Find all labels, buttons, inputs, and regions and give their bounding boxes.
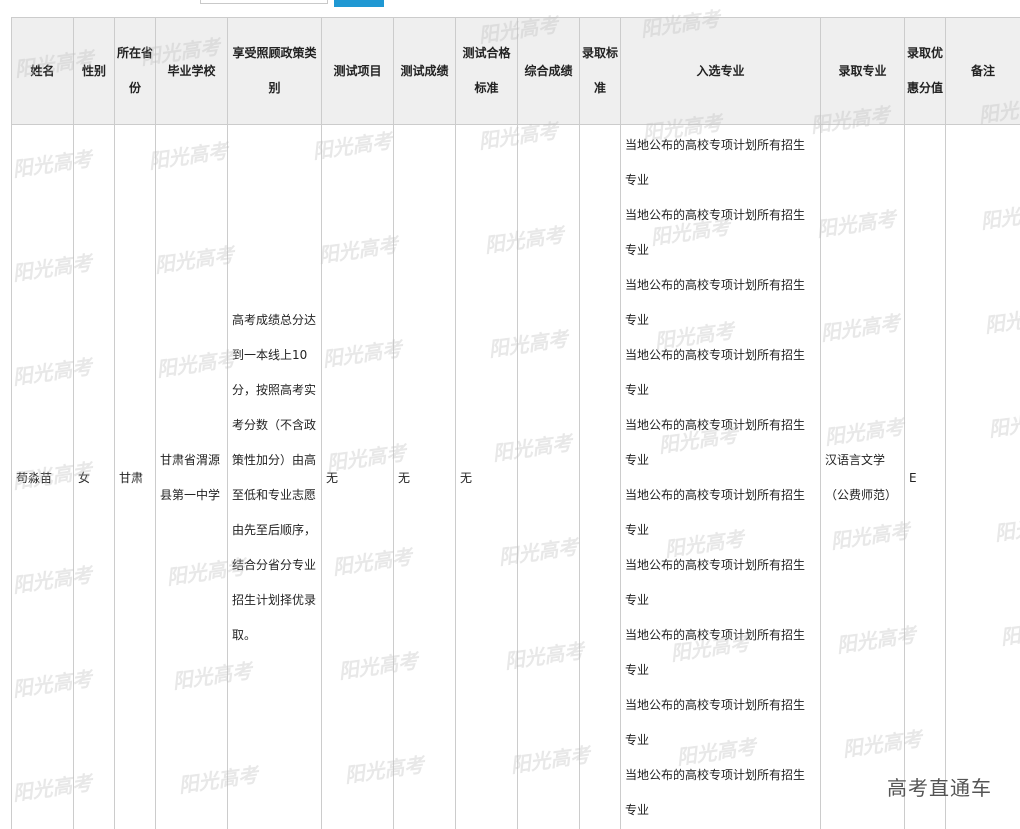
header-admit-standard: 录取标准 bbox=[579, 17, 621, 125]
header-name: 姓名 bbox=[11, 17, 74, 125]
header-remarks: 备注 bbox=[945, 17, 1020, 125]
cell-test-item: 无 bbox=[321, 124, 394, 829]
cell-gender: 女 bbox=[73, 124, 115, 829]
selected-major-item: 当地公布的高校专项计划所有招生专业 bbox=[625, 278, 806, 327]
selected-major-item: 当地公布的高校专项计划所有招生专业 bbox=[625, 138, 806, 187]
admission-table: 姓名 性别 所在省份 毕业学校 享受照顾政策类别 测试项目 测试成绩 测试合格标… bbox=[11, 17, 1020, 829]
selected-major-item: 当地公布的高校专项计划所有招生专业 bbox=[625, 768, 806, 817]
selected-major-item: 当地公布的高校专项计划所有招生专业 bbox=[625, 698, 806, 747]
cell-composite-score bbox=[517, 124, 580, 829]
cell-admit-standard bbox=[579, 124, 621, 829]
cell-school: 甘肃省渭源县第一中学 bbox=[155, 124, 228, 829]
cell-admitted-major: 汉语言文学（公费师范） bbox=[820, 124, 905, 829]
header-school: 毕业学校 bbox=[155, 17, 228, 125]
cell-selected-major: 当地公布的高校专项计划所有招生专业 当地公布的高校专项计划所有招生专业 当地公布… bbox=[620, 124, 821, 829]
selected-major-item: 当地公布的高校专项计划所有招生专业 bbox=[625, 628, 806, 677]
cell-bonus: E bbox=[904, 124, 946, 829]
admission-table-container: 姓名 性别 所在省份 毕业学校 享受照顾政策类别 测试项目 测试成绩 测试合格标… bbox=[11, 17, 1020, 829]
selected-major-item: 当地公布的高校专项计划所有招生专业 bbox=[625, 208, 806, 257]
header-bonus: 录取优惠分值 bbox=[904, 17, 946, 125]
cell-policy-type: 高考成绩总分达到一本线上10分，按照高考实考分数（不含政策性加分）由高至低和专业… bbox=[227, 124, 322, 829]
table-header-row: 姓名 性别 所在省份 毕业学校 享受照顾政策类别 测试项目 测试成绩 测试合格标… bbox=[11, 17, 1020, 125]
header-province: 所在省份 bbox=[114, 17, 156, 125]
selected-major-item: 当地公布的高校专项计划所有招生专业 bbox=[625, 348, 806, 397]
search-bar bbox=[0, 0, 1020, 14]
table-row: 苟淼苗 女 甘肃 甘肃省渭源县第一中学 高考成绩总分达到一本线上10分，按照高考… bbox=[11, 124, 1020, 829]
selected-major-item: 当地公布的高校专项计划所有招生专业 bbox=[625, 418, 806, 467]
search-input[interactable] bbox=[200, 0, 328, 4]
header-test-standard: 测试合格标准 bbox=[455, 17, 518, 125]
cell-name: 苟淼苗 bbox=[11, 124, 74, 829]
header-test-score: 测试成绩 bbox=[393, 17, 456, 125]
header-selected-major: 入选专业 bbox=[620, 17, 821, 125]
cell-province: 甘肃 bbox=[114, 124, 156, 829]
selected-major-item: 当地公布的高校专项计划所有招生专业 bbox=[625, 558, 806, 607]
cell-remarks bbox=[945, 124, 1020, 829]
selected-major-item: 当地公布的高校专项计划所有招生专业 bbox=[625, 488, 806, 537]
header-test-item: 测试项目 bbox=[321, 17, 394, 125]
header-gender: 性别 bbox=[73, 17, 115, 125]
header-composite-score: 综合成绩 bbox=[517, 17, 580, 125]
header-admitted-major: 录取专业 bbox=[820, 17, 905, 125]
cell-test-standard: 无 bbox=[455, 124, 518, 829]
search-button[interactable] bbox=[334, 0, 384, 7]
cell-test-score: 无 bbox=[393, 124, 456, 829]
corner-logo-text: 高考直通车 bbox=[887, 776, 992, 800]
header-policy-type: 享受照顾政策类别 bbox=[227, 17, 322, 125]
